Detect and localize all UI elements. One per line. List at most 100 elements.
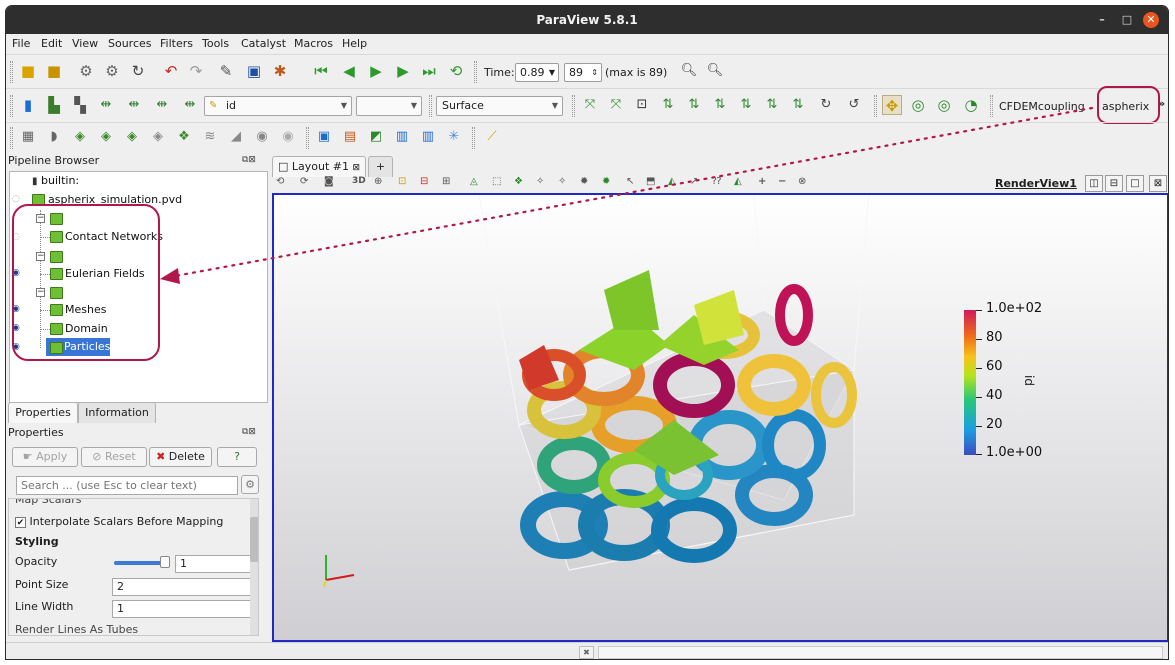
find-data-icon[interactable]: ▣ bbox=[314, 127, 334, 147]
extract-level-icon[interactable]: ◉ bbox=[278, 127, 298, 147]
loop-icon[interactable]: ⟲ bbox=[446, 61, 466, 81]
extract-selection-icon[interactable]: ⬒ bbox=[646, 176, 655, 187]
redo-icon[interactable]: ↷ bbox=[186, 61, 206, 81]
view-minus-x-icon[interactable]: ⇅ bbox=[684, 95, 704, 115]
interactive-select-icon[interactable]: ❖ bbox=[514, 176, 523, 187]
rescale-temporal-icon[interactable]: ⇹ bbox=[124, 95, 144, 115]
view-toolbar-icon[interactable]: ⟲ bbox=[276, 176, 284, 187]
render-view-label[interactable]: RenderView1 bbox=[995, 177, 1077, 190]
menu-catalyst[interactable]: Catalyst bbox=[241, 37, 286, 50]
rotation-center-icon[interactable]: ◔ bbox=[961, 95, 981, 115]
add-layout-tab[interactable]: + bbox=[368, 156, 393, 177]
undo-icon[interactable]: ↶ bbox=[161, 61, 181, 81]
clear-selection-icon[interactable]: ↗ bbox=[690, 176, 698, 187]
rescale-custom-icon[interactable]: ⇹ bbox=[96, 95, 116, 115]
view-minus-z-icon[interactable]: ⇅ bbox=[788, 95, 808, 115]
menu-filters[interactable]: Filters bbox=[160, 37, 193, 50]
hover-points-icon[interactable]: ✧ bbox=[536, 176, 544, 187]
last-frame-icon[interactable]: ⏭ bbox=[419, 61, 439, 81]
help-button[interactable]: ? bbox=[217, 447, 257, 467]
zoom-to-data-icon[interactable]: ⤧ bbox=[606, 95, 626, 115]
select-cells-icon[interactable]: ⊡ bbox=[398, 176, 406, 187]
group-datasets-icon[interactable]: ◉ bbox=[252, 127, 272, 147]
view-plus-x-icon[interactable]: ⇅ bbox=[658, 95, 678, 115]
slice-icon[interactable]: ◈ bbox=[96, 127, 116, 147]
plot-selection-icon[interactable]: ◭ bbox=[668, 176, 676, 187]
reset-camera-icon[interactable]: ⤧ bbox=[580, 95, 600, 115]
cfdemcoupling-button[interactable]: CFDEMcoupling bbox=[999, 100, 1085, 113]
contour-icon[interactable]: ◗ bbox=[44, 127, 64, 147]
select-frustum-icon[interactable]: ⊞ bbox=[442, 176, 450, 187]
tab-layout-1[interactable]: □ Layout #1 ⊠ bbox=[272, 156, 366, 177]
rescale-data-icon[interactable]: ⇹ bbox=[180, 95, 200, 115]
add-annotation-icon[interactable]: ◭ bbox=[734, 176, 742, 187]
grow-selection-icon[interactable]: ✹ bbox=[580, 176, 588, 187]
save-screenshot-icon[interactable]: ▣ bbox=[244, 61, 264, 81]
warp-vector-icon[interactable]: ◢ bbox=[226, 127, 246, 147]
connect-icon[interactable]: ⚙ bbox=[76, 61, 96, 81]
histogram-icon[interactable]: ▥ bbox=[392, 127, 412, 147]
minimize-button[interactable]: – bbox=[1094, 12, 1110, 28]
previous-frame-icon[interactable]: ◀ bbox=[339, 61, 359, 81]
reset-session-icon[interactable]: ↻ bbox=[128, 61, 148, 81]
menu-help[interactable]: Help bbox=[342, 37, 367, 50]
ruler-icon[interactable]: ⟋ bbox=[482, 127, 502, 147]
toolbar-grip[interactable] bbox=[572, 95, 575, 117]
toggle-color-legend-icon[interactable]: ▮ bbox=[18, 95, 38, 115]
zoom-to-box-icon[interactable]: ⊡ bbox=[632, 95, 652, 115]
render-view-3d[interactable]: 1.0e+02 80 60 40 20 1.0e+00 id bbox=[272, 193, 1168, 642]
hover-cells-icon[interactable]: ✧ bbox=[558, 176, 566, 187]
color-legend-bar[interactable] bbox=[964, 310, 976, 455]
toolbar-grip[interactable] bbox=[472, 127, 475, 149]
component-combo[interactable]: ▼ bbox=[356, 96, 422, 116]
calculator-icon[interactable]: ▦ bbox=[18, 127, 38, 147]
delete-button[interactable]: ✖ Delete bbox=[149, 447, 212, 467]
probe-icon[interactable]: ▥ bbox=[418, 127, 438, 147]
maximize-button[interactable]: □ bbox=[1119, 12, 1135, 28]
first-frame-icon[interactable]: ⏮ bbox=[311, 61, 331, 81]
split-horizontal-button[interactable]: ◫ bbox=[1085, 175, 1103, 192]
rotate-plus-90-icon[interactable]: ↻ bbox=[816, 95, 836, 115]
close-button[interactable]: ✕ bbox=[1143, 12, 1159, 28]
time-step-spinbox[interactable]: 89 ⇕ bbox=[564, 63, 602, 82]
float-panel-icon[interactable]: ⧉⊠ bbox=[242, 427, 256, 437]
glyph-icon[interactable]: ❖ bbox=[174, 127, 194, 147]
select-points-icon[interactable]: ⊟ bbox=[420, 176, 428, 187]
open-recent-icon[interactable]: ■ bbox=[44, 61, 64, 81]
reset-center-icon[interactable]: ◎ bbox=[908, 95, 928, 115]
clip-icon[interactable]: ◈ bbox=[70, 127, 90, 147]
extract-subset-icon[interactable]: ◈ bbox=[148, 127, 168, 147]
pick-center-icon[interactable]: ✎ bbox=[216, 61, 236, 81]
next-frame-icon[interactable]: ▶ bbox=[393, 61, 413, 81]
show-center-icon[interactable]: ✥ bbox=[882, 95, 902, 115]
add-icon[interactable]: + bbox=[758, 176, 766, 187]
opacity-slider[interactable] bbox=[114, 561, 164, 565]
pick-center-icon[interactable]: ◎ bbox=[934, 95, 954, 115]
tab-properties[interactable]: Properties bbox=[8, 402, 78, 423]
menu-tools[interactable]: Tools bbox=[202, 37, 229, 50]
clear-status-icon[interactable]: ✖ bbox=[579, 646, 594, 659]
menu-edit[interactable]: Edit bbox=[41, 37, 62, 50]
view-toolbar-icon[interactable]: ⟳ bbox=[300, 176, 308, 187]
reset-button[interactable]: ⊘ Reset bbox=[81, 447, 147, 467]
representation-combo[interactable]: Surface ▼ bbox=[436, 96, 563, 116]
query-icon[interactable]: ⁇ bbox=[712, 176, 721, 187]
close-view-button[interactable]: ⊠ bbox=[1149, 175, 1167, 192]
color-by-combo[interactable]: id ✎ ▼ bbox=[204, 96, 352, 116]
toolbar-grip[interactable] bbox=[429, 95, 432, 117]
pick-point-icon[interactable]: ↖ bbox=[626, 176, 634, 187]
spreadsheet-icon[interactable]: ▤ bbox=[340, 127, 360, 147]
toolbar-grip[interactable] bbox=[10, 127, 13, 149]
advanced-gear-icon[interactable]: ⚙ bbox=[241, 475, 259, 494]
camera-undo-icon[interactable]: 🔍︎ bbox=[679, 61, 699, 81]
plot-over-line-icon[interactable]: ◩ bbox=[366, 127, 386, 147]
eye-icon[interactable]: ◌ bbox=[12, 194, 20, 204]
apply-button[interactable]: ☛ Apply bbox=[12, 447, 78, 467]
toolbar-grip[interactable] bbox=[10, 61, 13, 83]
view-plus-z-icon[interactable]: ⇅ bbox=[762, 95, 782, 115]
camera-redo-icon[interactable]: 🔍︎ bbox=[705, 61, 725, 81]
open-file-icon[interactable]: ■ bbox=[18, 61, 38, 81]
disconnect-icon[interactable]: ⚙ bbox=[102, 61, 122, 81]
threshold-icon[interactable]: ◈ bbox=[122, 127, 142, 147]
shrink-selection-icon[interactable]: ✹ bbox=[602, 176, 610, 187]
